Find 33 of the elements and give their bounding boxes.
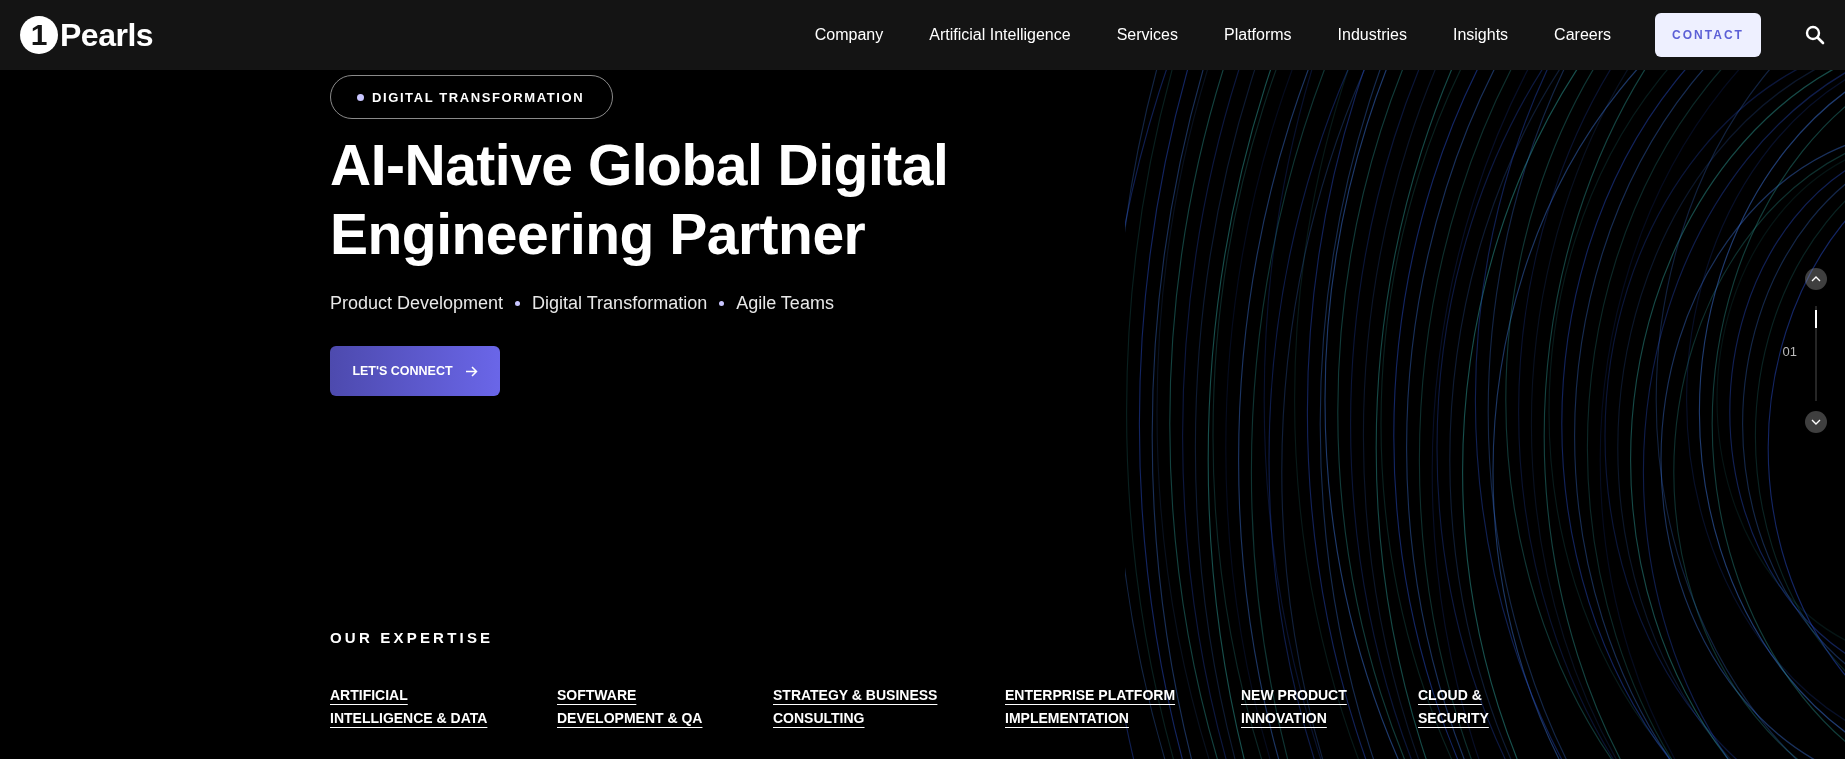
bullet-icon <box>515 301 521 306</box>
badge-label: DIGITAL TRANSFORMATION <box>372 89 585 105</box>
nav-link[interactable]: Services <box>1116 26 1178 44</box>
nav-link[interactable]: Artificial Intelligence <box>929 26 1071 44</box>
nav-link[interactable]: Company <box>814 26 884 44</box>
arrow-icon <box>464 365 478 377</box>
expertise-link[interactable]: STRATEGY & BUSINESS CONSULTING <box>773 684 938 730</box>
expertise-link[interactable]: CLOUD & SECURITY <box>1418 684 1489 730</box>
chevron-up-icon <box>1811 275 1821 283</box>
nav-link[interactable]: Platforms <box>1224 26 1292 44</box>
nav-link[interactable]: Careers <box>1554 26 1611 44</box>
service-label: Digital Transformation <box>532 293 708 314</box>
chevron-down-icon <box>1811 418 1821 426</box>
hero-title: AI-Native Global Digital Engineering Partner <box>330 132 950 268</box>
search-icon[interactable] <box>1805 25 1825 45</box>
previous-slide-button[interactable] <box>1805 268 1827 290</box>
logo-mark[interactable]: 1 <box>20 16 58 54</box>
slide-number: 01 <box>1782 344 1797 359</box>
next-slide-button[interactable] <box>1805 411 1827 433</box>
bullet-icon <box>719 301 725 306</box>
expertise-link[interactable]: SOFTWARE DEVELOPMENT & QA <box>557 684 703 730</box>
service-label: Agile Teams <box>736 293 834 314</box>
connect-button[interactable]: LET'S CONNECT <box>330 346 500 396</box>
service-label: Product Development <box>330 293 504 314</box>
logo-wordmark[interactable]: Pearls <box>60 16 154 54</box>
expertise-link[interactable]: ARTIFICIAL INTELLIGENCE & DATA <box>330 684 488 730</box>
expertise-link[interactable]: NEW PRODUCT INNOVATION <box>1241 684 1347 730</box>
nav-link[interactable]: Industries <box>1337 26 1407 44</box>
dot-icon <box>357 93 364 101</box>
expertise-link[interactable]: ENTERPRISE PLATFORM IMPLEMENTATION <box>1005 684 1176 730</box>
nav-link[interactable]: Insights <box>1452 26 1509 44</box>
contact-button[interactable]: CONTACT <box>1655 13 1761 57</box>
section-heading: OUR EXPERTISE <box>330 629 495 646</box>
